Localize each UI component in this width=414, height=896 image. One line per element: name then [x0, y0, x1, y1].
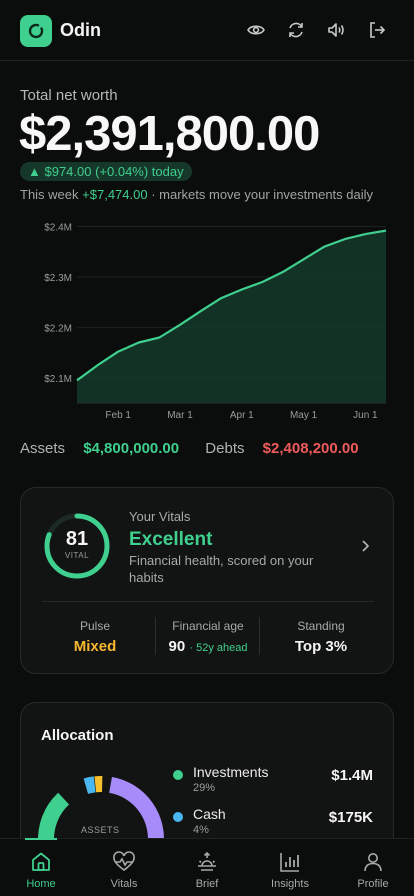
eye-icon[interactable] [245, 19, 267, 41]
week-change-line: This week +$7,474.00 · markets move your… [20, 187, 373, 202]
stat-separator [155, 617, 156, 655]
stat-standing: Standing Top 3% [269, 619, 373, 655]
refresh-icon[interactable] [285, 19, 307, 41]
odin-logo-icon [20, 15, 52, 47]
assets-value: $4,800,000.00 [83, 440, 180, 457]
app-name: Odin [60, 20, 101, 40]
vitals-divider [42, 601, 374, 602]
tab-label: Brief [195, 878, 219, 890]
tab-label: Vitals [110, 878, 138, 890]
vitals-description: Financial health, scored on your habits [129, 553, 314, 585]
x-tick-label: Feb 1 [105, 410, 131, 421]
y-tick-label: $2.1M [44, 374, 72, 385]
allocation-pct: 4% [193, 824, 209, 836]
logout-icon[interactable] [366, 19, 388, 41]
user-icon [364, 853, 382, 872]
assets-label: Assets [20, 440, 66, 457]
stat-value: 90 · 52y ahead [157, 638, 259, 655]
x-tick-label: Apr 1 [230, 410, 254, 421]
stat-label: Pulse [79, 619, 111, 633]
legend-dot [173, 812, 183, 822]
net-worth-label: Total net worth [20, 87, 118, 104]
allocation-item-investments[interactable]: Investments 29% $1.4M [173, 764, 373, 798]
tab-insights[interactable]: Insights [249, 839, 331, 896]
vitals-status: Excellent [129, 529, 213, 550]
home-icon [32, 852, 50, 871]
vitals-card[interactable]: 81 VITAL Your Vitals Excellent Financial… [20, 487, 394, 674]
allocation-title: Allocation [41, 727, 114, 744]
allocation-center-label: ASSETS [81, 825, 120, 835]
bar-chart-icon [280, 853, 299, 872]
allocation-value: $1.4M [331, 767, 373, 784]
allocation-value: $175K [328, 809, 373, 826]
vital-score: 81 [65, 528, 89, 550]
tab-label: Home [26, 878, 56, 890]
x-tick-label: Mar 1 [167, 410, 193, 421]
active-tab-indicator [25, 838, 57, 840]
week-prefix: This week [20, 187, 79, 202]
financial-age-value: 90 [168, 638, 186, 655]
stat-pulse: Pulse Mixed [43, 619, 147, 655]
week-change-value: +$7,474.00 [82, 187, 148, 202]
legend-dot [173, 770, 183, 780]
allocation-item-cash[interactable]: Cash 4% $175K [173, 806, 373, 840]
debts-label: Debts [205, 440, 245, 457]
net-worth-value: $2,391,800.00 [19, 107, 320, 161]
tab-profile[interactable]: Profile [332, 839, 414, 896]
x-tick-label: Jun 1 [353, 410, 378, 421]
stat-label: Standing [297, 619, 345, 633]
net-worth-chart[interactable]: $2.4M $2.3M $2.2M $2.1M Feb 1 Mar 1 Apr 1 May 1… [0, 212, 414, 427]
chevron-right-icon[interactable] [357, 538, 373, 554]
app-header: Odin [0, 0, 414, 61]
stat-financial-age: Financial age 90 · 52y ahead [157, 619, 259, 655]
y-tick-label: $2.3M [44, 273, 72, 284]
stat-value: Top 3% [294, 638, 348, 655]
tab-brief[interactable]: Brief [166, 839, 248, 896]
x-tick-label: May 1 [290, 410, 318, 421]
tab-vitals[interactable]: Vitals [83, 839, 165, 896]
sunrise-icon [198, 851, 216, 871]
tab-home[interactable]: Home [0, 838, 82, 896]
y-tick-label: $2.4M [44, 223, 72, 234]
allocation-name: Investments [193, 764, 269, 780]
bottom-tab-bar: Home Vitals Brief Insights Profile [0, 838, 414, 896]
y-tick-label: $2.2M [44, 323, 72, 334]
assets-debts-row: Assets $4,800,000.00 Debts $2,408,200.00 [20, 440, 359, 457]
tab-label: Insights [271, 878, 309, 890]
stat-separator [259, 617, 260, 655]
vitals-eyebrow: Your Vitals [129, 509, 191, 524]
vital-score-label: VITAL [64, 551, 90, 560]
allocation-pct: 29% [193, 782, 216, 794]
tab-label: Profile [357, 878, 389, 890]
week-suffix: · markets move your investments daily [151, 187, 374, 202]
stat-value: Mixed [73, 638, 117, 655]
stat-label: Financial age [172, 619, 244, 633]
series-area [77, 230, 386, 403]
debts-value: $2,408,200.00 [262, 440, 359, 457]
heart-pulse-icon [113, 851, 135, 871]
today-change-badge: ▲ $974.00 (+0.04%) today [20, 162, 192, 181]
allocation-name: Cash [193, 806, 226, 822]
speaker-icon[interactable] [325, 19, 347, 41]
financial-age-extra: · 52y ahead [189, 642, 248, 654]
